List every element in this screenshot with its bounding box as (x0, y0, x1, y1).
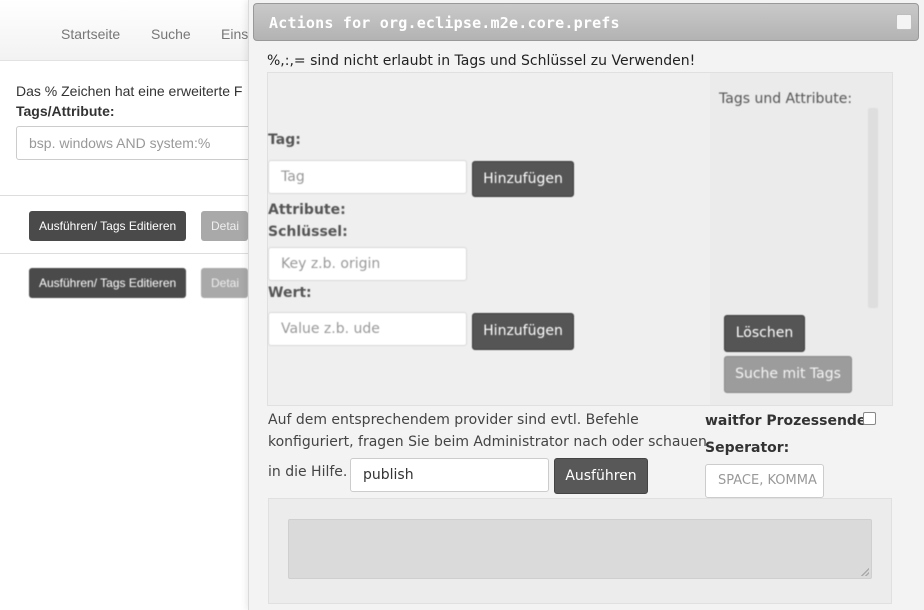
waitfor-checkbox[interactable] (863, 412, 876, 425)
execute-edit-tags-button[interactable]: Ausführen/ Tags Editieren (29, 211, 187, 241)
details-button[interactable]: Detai (201, 268, 248, 298)
separator-input[interactable]: SPACE, KOMMA (705, 464, 824, 498)
value-label: Wert: (268, 285, 312, 301)
output-textarea[interactable] (288, 519, 872, 579)
command-input[interactable]: publish (350, 458, 549, 492)
run-button[interactable]: Ausführen (554, 458, 648, 494)
tag-label: Tag: (268, 132, 301, 148)
tags-label: Tags/Attribute: (16, 103, 115, 119)
info-text-line1: Auf dem entsprechendem provider sind evt… (268, 412, 639, 428)
execute-edit-tags-button[interactable]: Ausführen/ Tags Editieren (29, 268, 187, 298)
waitfor-label: waitfor Prozessende: (705, 413, 873, 429)
separator-label: Seperator: (705, 440, 790, 456)
details-button[interactable]: Detai (201, 211, 248, 241)
tag-input[interactable]: Tag (268, 160, 467, 194)
nav-suche[interactable]: Suche (151, 26, 191, 42)
delete-button[interactable]: Löschen (724, 315, 805, 352)
value-input[interactable]: Value z.b. ude (268, 312, 467, 346)
dialog-titlebar[interactable]: Actions for org.eclipse.m2e.core.prefs (253, 3, 919, 41)
resize-grip-icon[interactable] (861, 568, 869, 576)
close-icon[interactable] (896, 14, 912, 30)
attribute-label: Attribute: (268, 202, 346, 218)
tags-list-scrollbar[interactable] (868, 108, 878, 308)
info-text-line2: konfiguriert, fragen Sie beim Administra… (268, 434, 707, 450)
nav-einstellungen[interactable]: Eins (221, 26, 248, 42)
warning-text: %,:,= sind nicht erlaubt in Tags und Sch… (267, 53, 696, 69)
divider (0, 195, 260, 196)
tags-attributes-label: Tags und Attribute: (719, 91, 853, 107)
search-input[interactable]: bsp. windows AND system:% (16, 126, 276, 160)
dialog-title: Actions for org.eclipse.m2e.core.prefs (269, 14, 620, 32)
add-attribute-button[interactable]: Hinzufügen (472, 313, 574, 350)
key-label: Schlüssel: (268, 224, 348, 240)
divider (0, 253, 260, 254)
key-input[interactable]: Key z.b. origin (268, 247, 467, 281)
search-with-tags-button[interactable]: Suche mit Tags (724, 356, 852, 393)
info-text-line3: in die Hilfe. (268, 464, 348, 480)
add-tag-button[interactable]: Hinzufügen (472, 161, 574, 197)
nav-startseite[interactable]: Startseite (61, 26, 120, 42)
notice-text: Das % Zeichen hat eine erweiterte F (16, 83, 243, 99)
